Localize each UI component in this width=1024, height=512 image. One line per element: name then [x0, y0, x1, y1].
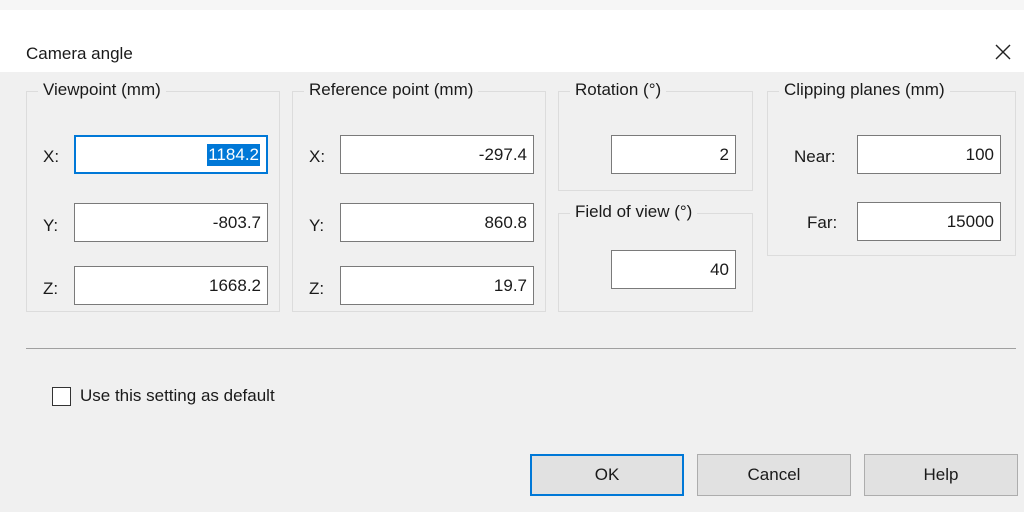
rotation-group: Rotation (°) 2 — [558, 80, 753, 191]
viewpoint-z-value: 1668.2 — [209, 275, 261, 295]
reference-y-label: Y: — [309, 216, 325, 235]
reference-x-label: X: — [309, 147, 326, 166]
viewpoint-y-field[interactable]: -803.7 — [74, 203, 268, 242]
dialog-body: Viewpoint (mm) X: 1184.2 Y: -803.7 Z: 16… — [0, 72, 1024, 512]
reference-y-field[interactable]: 860.8 — [340, 203, 534, 242]
cancel-button[interactable]: Cancel — [697, 454, 851, 496]
viewpoint-x-label: X: — [43, 147, 60, 166]
viewpoint-z-label: Z: — [43, 279, 59, 298]
viewpoint-legend: Viewpoint (mm) — [38, 80, 166, 100]
field-of-view-legend: Field of view (°) — [570, 202, 698, 222]
viewpoint-z-field[interactable]: 1668.2 — [74, 266, 268, 305]
reference-y-value: 860.8 — [484, 212, 527, 232]
rotation-field[interactable]: 2 — [611, 135, 736, 174]
rotation-legend: Rotation (°) — [570, 80, 667, 100]
ok-button[interactable]: OK — [530, 454, 684, 496]
clipping-planes-group: Clipping planes (mm) Near: 100 Far: 1500… — [767, 80, 1016, 256]
far-field[interactable]: 15000 — [857, 202, 1001, 241]
viewpoint-y-label: Y: — [43, 216, 59, 235]
near-field[interactable]: 100 — [857, 135, 1001, 174]
default-setting-row[interactable]: Use this setting as default — [52, 386, 275, 406]
reference-point-legend: Reference point (mm) — [304, 80, 479, 100]
clipping-planes-legend: Clipping planes (mm) — [779, 80, 950, 100]
reference-point-group: Reference point (mm) X: -297.4 Y: 860.8 … — [292, 80, 546, 312]
field-of-view-value: 40 — [710, 259, 729, 279]
close-button[interactable] — [986, 35, 1020, 69]
viewpoint-x-value: 1184.2 — [207, 143, 260, 166]
reference-x-field[interactable]: -297.4 — [340, 135, 534, 174]
viewpoint-x-field[interactable]: 1184.2 — [74, 135, 268, 174]
reference-z-label: Z: — [309, 279, 325, 298]
far-label: Far: — [807, 213, 838, 232]
far-value: 15000 — [946, 211, 994, 231]
reference-x-value: -297.4 — [478, 144, 527, 164]
help-button[interactable]: Help — [864, 454, 1018, 496]
reference-z-field[interactable]: 19.7 — [340, 266, 534, 305]
rotation-value: 2 — [719, 144, 729, 164]
dialog-title: Camera angle — [26, 44, 133, 63]
default-setting-label[interactable]: Use this setting as default — [80, 386, 275, 406]
field-of-view-field[interactable]: 40 — [611, 250, 736, 289]
field-of-view-group: Field of view (°) 40 — [558, 202, 753, 312]
close-icon — [995, 44, 1011, 60]
reference-z-value: 19.7 — [493, 275, 527, 295]
window-top-edge — [0, 0, 1024, 10]
separator-line — [26, 348, 1016, 349]
title-bar: Camera angle — [0, 10, 1024, 72]
viewpoint-y-value: -803.7 — [212, 212, 261, 232]
default-setting-checkbox[interactable] — [52, 386, 71, 406]
near-value: 100 — [965, 144, 994, 164]
viewpoint-group: Viewpoint (mm) X: 1184.2 Y: -803.7 Z: 16… — [26, 80, 280, 312]
near-label: Near: — [794, 147, 836, 166]
